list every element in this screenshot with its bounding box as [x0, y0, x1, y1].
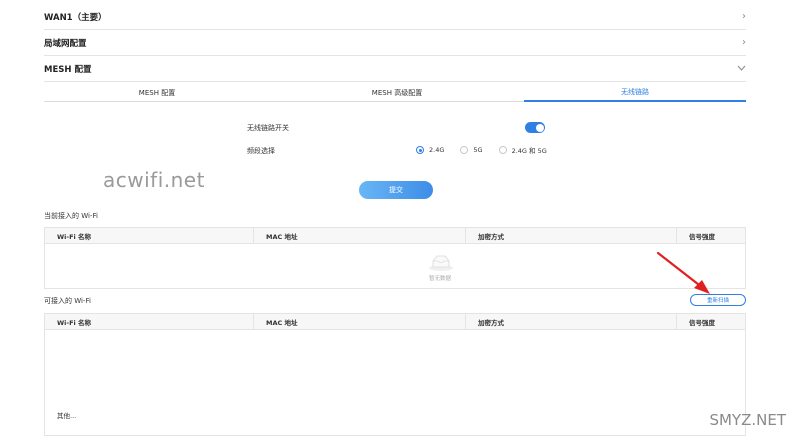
empty-box-icon — [429, 255, 453, 271]
col-wifi-name: Wi-Fi 名称 — [45, 228, 254, 243]
available-wifi-title: 可接入的 Wi-Fi — [44, 297, 91, 305]
band-radio-both-label: 2.4G 和 5G — [511, 147, 547, 155]
band-radio-both[interactable]: 2.4G 和 5G — [498, 145, 547, 155]
mesh-subtabs: MESH 配置 MESH 高级配置 无线链路 — [44, 84, 746, 102]
submit-button[interactable]: 提交 — [359, 181, 433, 199]
table-header: Wi-Fi 名称 MAC 地址 加密方式 信号强度 — [45, 228, 745, 244]
section-mesh[interactable]: MESH 配置 — [44, 56, 746, 82]
current-wifi-title: 当前接入的 Wi-Fi — [44, 212, 98, 220]
section-lan[interactable]: 局域网配置 › — [44, 30, 746, 56]
switch-label: 无线链路开关 — [247, 124, 289, 132]
radio-checked-icon — [416, 146, 424, 154]
watermark-acwifi: acwifi.net — [103, 168, 205, 192]
tab-wireless-link[interactable]: 无线链路 — [524, 84, 746, 102]
toggle-knob — [535, 123, 544, 132]
available-wifi-table: Wi-Fi 名称 MAC 地址 加密方式 信号强度 其他... — [44, 313, 746, 436]
radio-unchecked-icon — [460, 146, 469, 154]
band-radio-5g[interactable]: 5G — [460, 146, 483, 154]
rescan-button[interactable]: 重新扫描 — [690, 294, 746, 306]
tab-mesh-config[interactable]: MESH 配置 — [44, 84, 270, 102]
chevron-right-icon: › — [742, 10, 746, 22]
watermark-smyz: SMYZ.NET — [709, 411, 786, 429]
band-label: 频段选择 — [247, 147, 275, 155]
section-wan1-label: WAN1（主要） — [44, 12, 107, 23]
table-header: Wi-Fi 名称 MAC 地址 加密方式 信号强度 — [45, 314, 745, 330]
chevron-down-icon — [737, 64, 746, 74]
col-encryption: 加密方式 — [466, 314, 677, 329]
radio-unchecked-icon — [498, 146, 507, 154]
other-network-link[interactable]: 其他... — [57, 410, 76, 420]
section-lan-label: 局域网配置 — [44, 38, 87, 49]
col-mac: MAC 地址 — [254, 228, 466, 243]
col-wifi-name: Wi-Fi 名称 — [45, 314, 254, 329]
band-radio-2g[interactable]: 2.4G — [416, 146, 444, 154]
col-signal: 信号强度 — [689, 232, 715, 241]
empty-state: 暂无数据 — [45, 244, 745, 288]
col-signal: 信号强度 — [689, 318, 715, 327]
section-mesh-label: MESH 配置 — [44, 64, 92, 75]
chevron-right-icon: › — [742, 36, 746, 48]
empty-text: 暂无数据 — [429, 276, 452, 282]
available-wifi-body: 其他... — [45, 330, 745, 435]
current-wifi-table: Wi-Fi 名称 MAC 地址 加密方式 信号强度 暂无数据 — [44, 227, 746, 289]
col-mac: MAC 地址 — [254, 314, 466, 329]
band-radio-2g-label: 2.4G — [429, 146, 445, 154]
band-radio-5g-label: 5G — [473, 146, 483, 154]
col-encryption: 加密方式 — [466, 228, 677, 243]
wireless-link-toggle[interactable] — [525, 122, 545, 133]
section-wan1[interactable]: WAN1（主要） › — [44, 4, 746, 30]
band-radio-group: 2.4G 5G 2.4G 和 5G — [416, 145, 563, 155]
tab-mesh-advanced[interactable]: MESH 高级配置 — [270, 84, 524, 102]
